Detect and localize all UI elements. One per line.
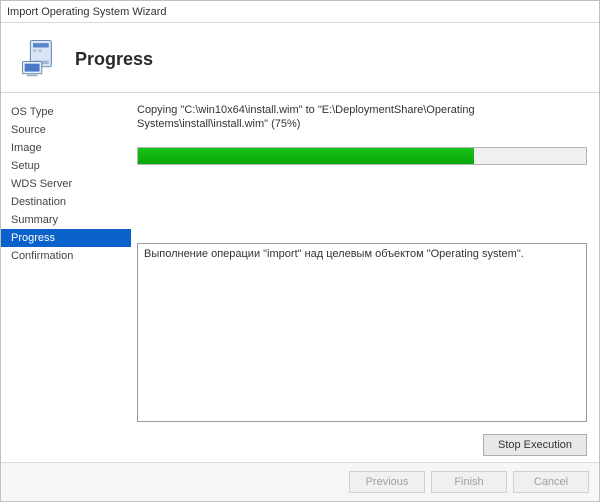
titlebar: Import Operating System Wizard (1, 1, 599, 23)
sidebar-item-destination[interactable]: Destination (1, 193, 131, 211)
computer-icon (19, 37, 61, 82)
wizard-steps-sidebar: OS TypeSourceImageSetupWDS ServerDestina… (1, 93, 131, 462)
wizard-header: Progress (1, 23, 599, 92)
sidebar-item-source[interactable]: Source (1, 121, 131, 139)
window-title: Import Operating System Wizard (7, 6, 167, 18)
cancel-button: Cancel (513, 471, 589, 493)
sidebar-item-progress[interactable]: Progress (1, 229, 131, 247)
stop-row: Stop Execution (137, 430, 587, 456)
status-text: Copying "C:\win10x64\install.wim" to "E:… (137, 103, 587, 131)
previous-button: Previous (349, 471, 425, 493)
wizard-window: Import Operating System Wizard Progress … (0, 0, 600, 502)
sidebar-item-os-type[interactable]: OS Type (1, 103, 131, 121)
progress-bar-container (137, 147, 587, 165)
wizard-footer: Previous Finish Cancel (1, 462, 599, 501)
finish-button: Finish (431, 471, 507, 493)
sidebar-item-setup[interactable]: Setup (1, 157, 131, 175)
log-textarea[interactable]: Выполнение операции "import" над целевым… (137, 243, 587, 422)
page-title: Progress (75, 49, 153, 70)
sidebar-item-confirmation[interactable]: Confirmation (1, 247, 131, 265)
sidebar-item-wds-server[interactable]: WDS Server (1, 175, 131, 193)
stop-execution-button[interactable]: Stop Execution (483, 434, 587, 456)
sidebar-item-summary[interactable]: Summary (1, 211, 131, 229)
main-panel: Copying "C:\win10x64\install.wim" to "E:… (131, 93, 599, 462)
progress-bar-fill (138, 148, 474, 164)
sidebar-item-image[interactable]: Image (1, 139, 131, 157)
content-area: OS TypeSourceImageSetupWDS ServerDestina… (1, 93, 599, 462)
